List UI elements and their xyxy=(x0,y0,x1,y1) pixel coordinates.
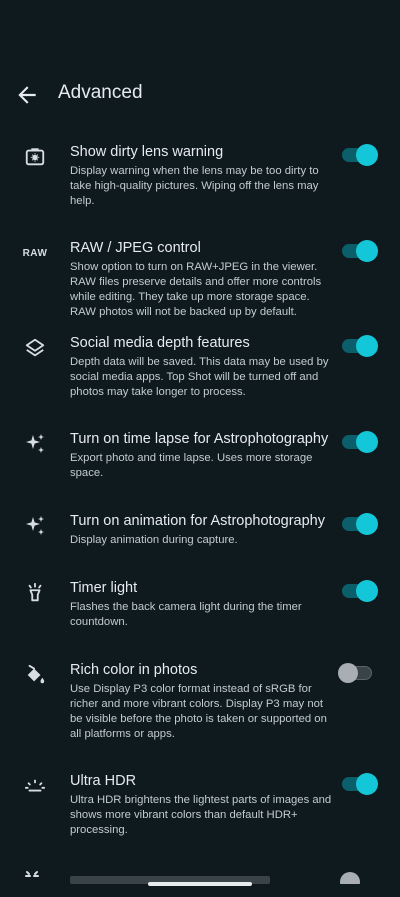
setting-title: Timer light xyxy=(70,580,138,596)
setting-description: Show option to turn on RAW+JPEG in the v… xyxy=(70,261,322,318)
paint-bucket-icon xyxy=(22,662,48,688)
setting-description: Export photo and time lapse. Uses more s… xyxy=(70,452,313,479)
rich-color-toggle[interactable] xyxy=(338,663,376,683)
setting-title: Ultra HDR xyxy=(70,773,137,789)
lens-icon xyxy=(22,144,48,170)
setting-title: RAW / JPEG control xyxy=(70,240,201,256)
sparkle-icon xyxy=(22,431,48,457)
setting-title: Rich color in photos xyxy=(70,662,198,678)
ultra-hdr-toggle[interactable] xyxy=(342,773,378,795)
hdr-icon xyxy=(22,773,48,799)
sparkle-icon xyxy=(22,513,48,539)
setting-description: Display warning when the lens may be too… xyxy=(70,165,319,207)
raw-jpeg-toggle[interactable] xyxy=(342,240,378,262)
dirty-lens-toggle[interactable] xyxy=(342,144,378,166)
setting-title: Turn on animation for Astrophotography xyxy=(70,513,325,529)
astro-timelapse-toggle[interactable] xyxy=(342,431,378,453)
astro-animation-toggle[interactable] xyxy=(342,513,378,535)
setting-title: Social media depth features xyxy=(70,335,250,351)
setting-description: Display animation during capture. xyxy=(70,534,238,546)
app-bar: Advanced xyxy=(0,70,400,120)
setting-title: Show dirty lens warning xyxy=(70,144,224,160)
setting-title: Turn on time lapse for Astrophotography xyxy=(70,431,329,447)
raw-icon: RAW xyxy=(22,247,48,259)
gesture-handle[interactable] xyxy=(148,882,252,886)
setting-description: Depth data will be saved. This data may … xyxy=(70,356,329,398)
layers-icon xyxy=(22,335,48,361)
setting-description: Ultra HDR brightens the lightest parts o… xyxy=(70,794,332,836)
timer-light-toggle[interactable] xyxy=(342,580,378,602)
light-icon xyxy=(22,580,48,606)
setting-description: Use Display P3 color format instead of s… xyxy=(70,683,327,740)
page-title: Advanced xyxy=(58,82,143,103)
back-arrow-icon[interactable] xyxy=(14,82,40,108)
social-depth-toggle[interactable] xyxy=(342,335,378,357)
setting-description: Flashes the back camera light during the… xyxy=(70,601,302,628)
